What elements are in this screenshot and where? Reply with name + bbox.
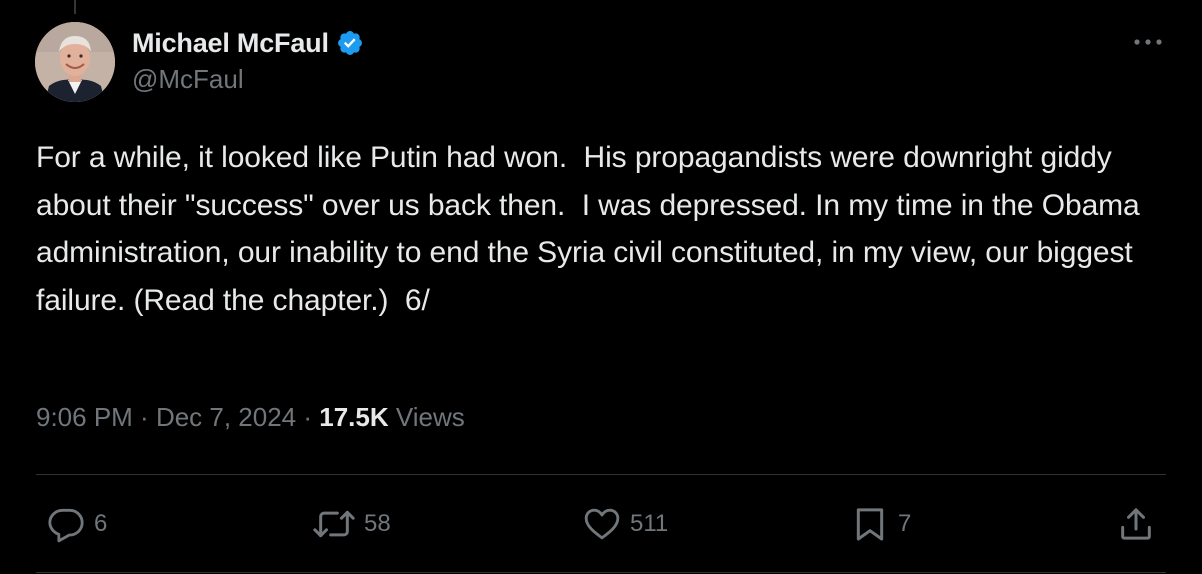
author-block: Michael McFaul @McFaul	[132, 26, 364, 95]
bookmark-button[interactable]: 7	[850, 502, 911, 546]
like-count: 511	[630, 510, 669, 537]
author-display-name[interactable]: Michael McFaul	[132, 28, 329, 59]
share-icon	[1116, 504, 1156, 544]
tweet-text: For a while, it looked like Putin had wo…	[36, 141, 1148, 317]
retweet-icon	[312, 504, 356, 544]
tweet-time[interactable]: 9:06 PM	[36, 402, 133, 433]
tweet-metadata: 9:06 PM · Dec 7, 2024 · 17.5K Views	[36, 402, 465, 433]
divider	[36, 474, 1166, 475]
more-options-icon[interactable]	[1130, 28, 1166, 56]
reply-icon	[46, 504, 86, 544]
views-label: Views	[388, 402, 465, 432]
retweet-button[interactable]: 58	[312, 502, 391, 546]
meta-separator: ·	[132, 402, 156, 432]
reply-button[interactable]: 6	[46, 502, 107, 546]
heart-icon	[582, 504, 622, 544]
reply-count: 6	[94, 510, 108, 537]
thread-connector-line	[74, 0, 76, 14]
author-handle[interactable]: @McFaul	[132, 64, 364, 95]
like-button[interactable]: 511	[582, 502, 668, 546]
views-count[interactable]: 17.5K	[319, 402, 388, 433]
avatar[interactable]	[35, 22, 115, 102]
meta-separator: ·	[296, 402, 320, 432]
share-button[interactable]	[1116, 502, 1156, 546]
divider	[36, 572, 1166, 573]
tweet-date[interactable]: Dec 7, 2024	[156, 402, 296, 433]
bookmark-count: 7	[898, 510, 912, 537]
author-name-row: Michael McFaul	[132, 26, 364, 60]
bookmark-icon	[850, 504, 890, 544]
verified-badge-icon[interactable]	[336, 29, 364, 57]
retweet-count: 58	[364, 510, 391, 537]
